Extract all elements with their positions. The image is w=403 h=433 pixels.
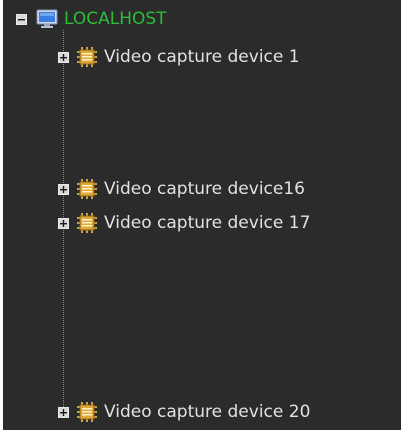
chip-icon bbox=[76, 212, 98, 234]
expand-icon[interactable] bbox=[58, 52, 69, 63]
tree-node-label: Video capture device 20 bbox=[104, 402, 311, 422]
device-tree-panel: LOCALHOST Video capture device 1 Video c… bbox=[0, 0, 403, 433]
expand-icon[interactable] bbox=[58, 218, 69, 229]
collapse-icon[interactable] bbox=[16, 14, 27, 25]
tree-node-label: Video capture device16 bbox=[104, 179, 305, 199]
tree-node-label: Video capture device 17 bbox=[104, 213, 311, 233]
expand-icon[interactable] bbox=[58, 184, 69, 195]
device-tree: LOCALHOST Video capture device 1 Video c… bbox=[3, 0, 401, 430]
chip-icon bbox=[76, 46, 98, 68]
tree-node-label: Video capture device 1 bbox=[104, 47, 300, 67]
computer-icon bbox=[35, 9, 59, 29]
chip-icon bbox=[76, 178, 98, 200]
tree-node-label: LOCALHOST bbox=[64, 9, 167, 29]
expand-icon[interactable] bbox=[58, 407, 69, 418]
chip-icon bbox=[76, 401, 98, 423]
